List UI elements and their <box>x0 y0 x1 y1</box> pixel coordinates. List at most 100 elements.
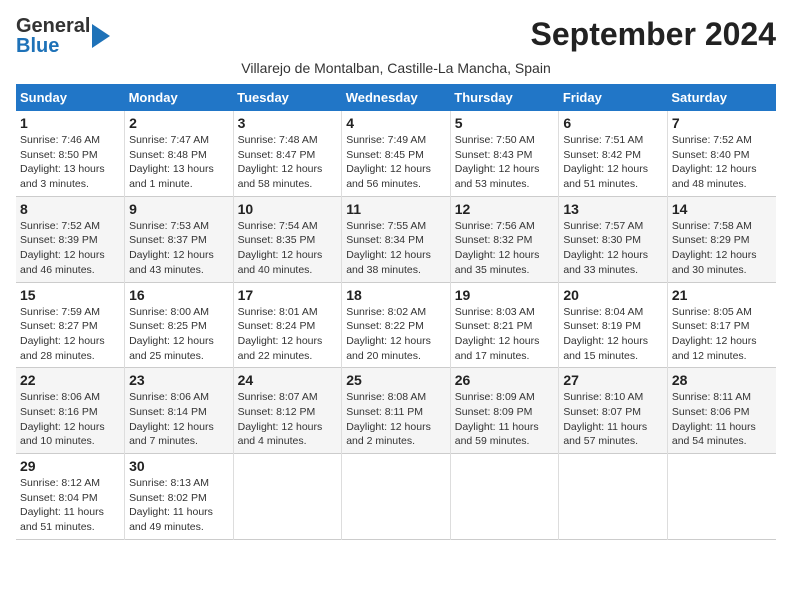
day-info: Sunrise: 7:52 AMSunset: 8:40 PMDaylight:… <box>672 133 772 192</box>
day-info: Sunrise: 8:08 AMSunset: 8:11 PMDaylight:… <box>346 390 446 449</box>
calendar-cell: 23Sunrise: 8:06 AMSunset: 8:14 PMDayligh… <box>125 368 234 454</box>
day-number: 2 <box>129 115 229 131</box>
logo-blue: Blue <box>16 36 90 56</box>
calendar-cell: 2 Sunrise: 7:47 AMSunset: 8:48 PMDaylight… <box>125 111 234 196</box>
logo: General Blue <box>16 16 110 56</box>
day-info: Sunrise: 7:53 AMSunset: 8:37 PMDaylight:… <box>129 219 229 278</box>
day-info: Sunrise: 8:01 AMSunset: 8:24 PMDaylight:… <box>238 305 338 364</box>
calendar-header: SundayMondayTuesdayWednesdayThursdayFrid… <box>16 84 776 111</box>
day-info: Sunrise: 7:46 AMSunset: 8:50 PMDaylight:… <box>20 133 120 192</box>
header-row: SundayMondayTuesdayWednesdayThursdayFrid… <box>16 84 776 111</box>
day-info: Sunrise: 8:02 AMSunset: 8:22 PMDaylight:… <box>346 305 446 364</box>
day-number: 25 <box>346 372 446 388</box>
day-number: 7 <box>672 115 772 131</box>
calendar-week-row: 8 Sunrise: 7:52 AMSunset: 8:39 PMDaylight… <box>16 196 776 282</box>
calendar-cell: 9 Sunrise: 7:53 AMSunset: 8:37 PMDaylight… <box>125 196 234 282</box>
page-header: General Blue September 2024 <box>16 16 776 56</box>
calendar-cell: 15 Sunrise: 7:59 AMSunset: 8:27 PMDayligh… <box>16 282 125 368</box>
day-info: Sunrise: 8:11 AMSunset: 8:06 PMDaylight:… <box>672 390 772 449</box>
calendar-table: SundayMondayTuesdayWednesdayThursdayFrid… <box>16 84 776 540</box>
day-info: Sunrise: 8:03 AMSunset: 8:21 PMDaylight:… <box>455 305 555 364</box>
day-number: 5 <box>455 115 555 131</box>
calendar-cell: 3Sunrise: 7:48 AMSunset: 8:47 PMDaylight… <box>233 111 342 196</box>
calendar-week-row: 29 Sunrise: 8:12 AMSunset: 8:04 PMDayligh… <box>16 454 776 540</box>
calendar-cell: 16 Sunrise: 8:00 AMSunset: 8:25 PMDayligh… <box>125 282 234 368</box>
day-info: Sunrise: 8:05 AMSunset: 8:17 PMDaylight:… <box>672 305 772 364</box>
calendar-cell: 6 Sunrise: 7:51 AMSunset: 8:42 PMDaylight… <box>559 111 668 196</box>
header-day: Thursday <box>450 84 559 111</box>
calendar-cell: 19 Sunrise: 8:03 AMSunset: 8:21 PMDayligh… <box>450 282 559 368</box>
day-info: Sunrise: 8:04 AMSunset: 8:19 PMDaylight:… <box>563 305 663 364</box>
day-info: Sunrise: 8:12 AMSunset: 8:04 PMDaylight:… <box>20 476 120 535</box>
day-info: Sunrise: 7:59 AMSunset: 8:27 PMDaylight:… <box>20 305 120 364</box>
day-number: 29 <box>20 458 120 474</box>
day-number: 15 <box>20 287 120 303</box>
calendar-week-row: 22 Sunrise: 8:06 AMSunset: 8:16 PMDayligh… <box>16 368 776 454</box>
day-number: 20 <box>563 287 663 303</box>
calendar-cell: 8 Sunrise: 7:52 AMSunset: 8:39 PMDaylight… <box>16 196 125 282</box>
calendar-week-row: 1 Sunrise: 7:46 AMSunset: 8:50 PMDaylight… <box>16 111 776 196</box>
calendar-cell <box>667 454 776 540</box>
header-day: Monday <box>125 84 234 111</box>
day-info: Sunrise: 7:47 AMSunset: 8:48 PMDaylight:… <box>129 133 229 192</box>
day-info: Sunrise: 7:54 AMSunset: 8:35 PMDaylight:… <box>238 219 338 278</box>
day-number: 30 <box>129 458 229 474</box>
calendar-cell: 1 Sunrise: 7:46 AMSunset: 8:50 PMDaylight… <box>16 111 125 196</box>
calendar-cell: 10 Sunrise: 7:54 AMSunset: 8:35 PMDayligh… <box>233 196 342 282</box>
day-info: Sunrise: 8:13 AMSunset: 8:02 PMDaylight:… <box>129 476 229 535</box>
calendar-cell: 22 Sunrise: 8:06 AMSunset: 8:16 PMDayligh… <box>16 368 125 454</box>
month-title: September 2024 <box>531 16 776 53</box>
day-info: Sunrise: 7:50 AMSunset: 8:43 PMDaylight:… <box>455 133 555 192</box>
day-number: 18 <box>346 287 446 303</box>
calendar-cell: 7 Sunrise: 7:52 AMSunset: 8:40 PMDaylight… <box>667 111 776 196</box>
day-number: 10 <box>238 201 338 217</box>
day-number: 6 <box>563 115 663 131</box>
day-info: Sunrise: 7:52 AMSunset: 8:39 PMDaylight:… <box>20 219 120 278</box>
calendar-cell: 21Sunrise: 8:05 AMSunset: 8:17 PMDayligh… <box>667 282 776 368</box>
calendar-cell: 5 Sunrise: 7:50 AMSunset: 8:43 PMDaylight… <box>450 111 559 196</box>
day-number: 24 <box>238 372 338 388</box>
day-info: Sunrise: 7:49 AMSunset: 8:45 PMDaylight:… <box>346 133 446 192</box>
logo-text: General Blue <box>16 16 90 56</box>
day-info: Sunrise: 7:55 AMSunset: 8:34 PMDaylight:… <box>346 219 446 278</box>
day-number: 9 <box>129 201 229 217</box>
day-number: 17 <box>238 287 338 303</box>
day-number: 19 <box>455 287 555 303</box>
calendar-cell: 12 Sunrise: 7:56 AMSunset: 8:32 PMDayligh… <box>450 196 559 282</box>
day-info: Sunrise: 8:06 AMSunset: 8:16 PMDaylight:… <box>20 390 120 449</box>
calendar-cell: 24Sunrise: 8:07 AMSunset: 8:12 PMDayligh… <box>233 368 342 454</box>
calendar-cell: 18 Sunrise: 8:02 AMSunset: 8:22 PMDayligh… <box>342 282 451 368</box>
calendar-cell: 14 Sunrise: 7:58 AMSunset: 8:29 PMDayligh… <box>667 196 776 282</box>
day-info: Sunrise: 7:58 AMSunset: 8:29 PMDaylight:… <box>672 219 772 278</box>
day-number: 16 <box>129 287 229 303</box>
header-day: Friday <box>559 84 668 111</box>
day-number: 12 <box>455 201 555 217</box>
calendar-cell: 25 Sunrise: 8:08 AMSunset: 8:11 PMDayligh… <box>342 368 451 454</box>
calendar-cell: 29 Sunrise: 8:12 AMSunset: 8:04 PMDayligh… <box>16 454 125 540</box>
calendar-cell: 4 Sunrise: 7:49 AMSunset: 8:45 PMDaylight… <box>342 111 451 196</box>
header-day: Wednesday <box>342 84 451 111</box>
day-number: 3 <box>238 115 338 131</box>
day-info: Sunrise: 8:10 AMSunset: 8:07 PMDaylight:… <box>563 390 663 449</box>
day-number: 8 <box>20 201 120 217</box>
calendar-cell: 26Sunrise: 8:09 AMSunset: 8:09 PMDayligh… <box>450 368 559 454</box>
day-number: 4 <box>346 115 446 131</box>
day-info: Sunrise: 8:09 AMSunset: 8:09 PMDaylight:… <box>455 390 555 449</box>
day-number: 14 <box>672 201 772 217</box>
day-number: 1 <box>20 115 120 131</box>
day-number: 22 <box>20 372 120 388</box>
header-day: Tuesday <box>233 84 342 111</box>
day-info: Sunrise: 7:57 AMSunset: 8:30 PMDaylight:… <box>563 219 663 278</box>
calendar-cell: 27 Sunrise: 8:10 AMSunset: 8:07 PMDayligh… <box>559 368 668 454</box>
day-info: Sunrise: 7:51 AMSunset: 8:42 PMDaylight:… <box>563 133 663 192</box>
day-info: Sunrise: 8:00 AMSunset: 8:25 PMDaylight:… <box>129 305 229 364</box>
day-number: 23 <box>129 372 229 388</box>
header-day: Saturday <box>667 84 776 111</box>
header-day: Sunday <box>16 84 125 111</box>
day-number: 13 <box>563 201 663 217</box>
day-number: 27 <box>563 372 663 388</box>
calendar-cell: 17 Sunrise: 8:01 AMSunset: 8:24 PMDayligh… <box>233 282 342 368</box>
day-info: Sunrise: 7:56 AMSunset: 8:32 PMDaylight:… <box>455 219 555 278</box>
day-number: 28 <box>672 372 772 388</box>
calendar-cell: 13 Sunrise: 7:57 AMSunset: 8:30 PMDayligh… <box>559 196 668 282</box>
